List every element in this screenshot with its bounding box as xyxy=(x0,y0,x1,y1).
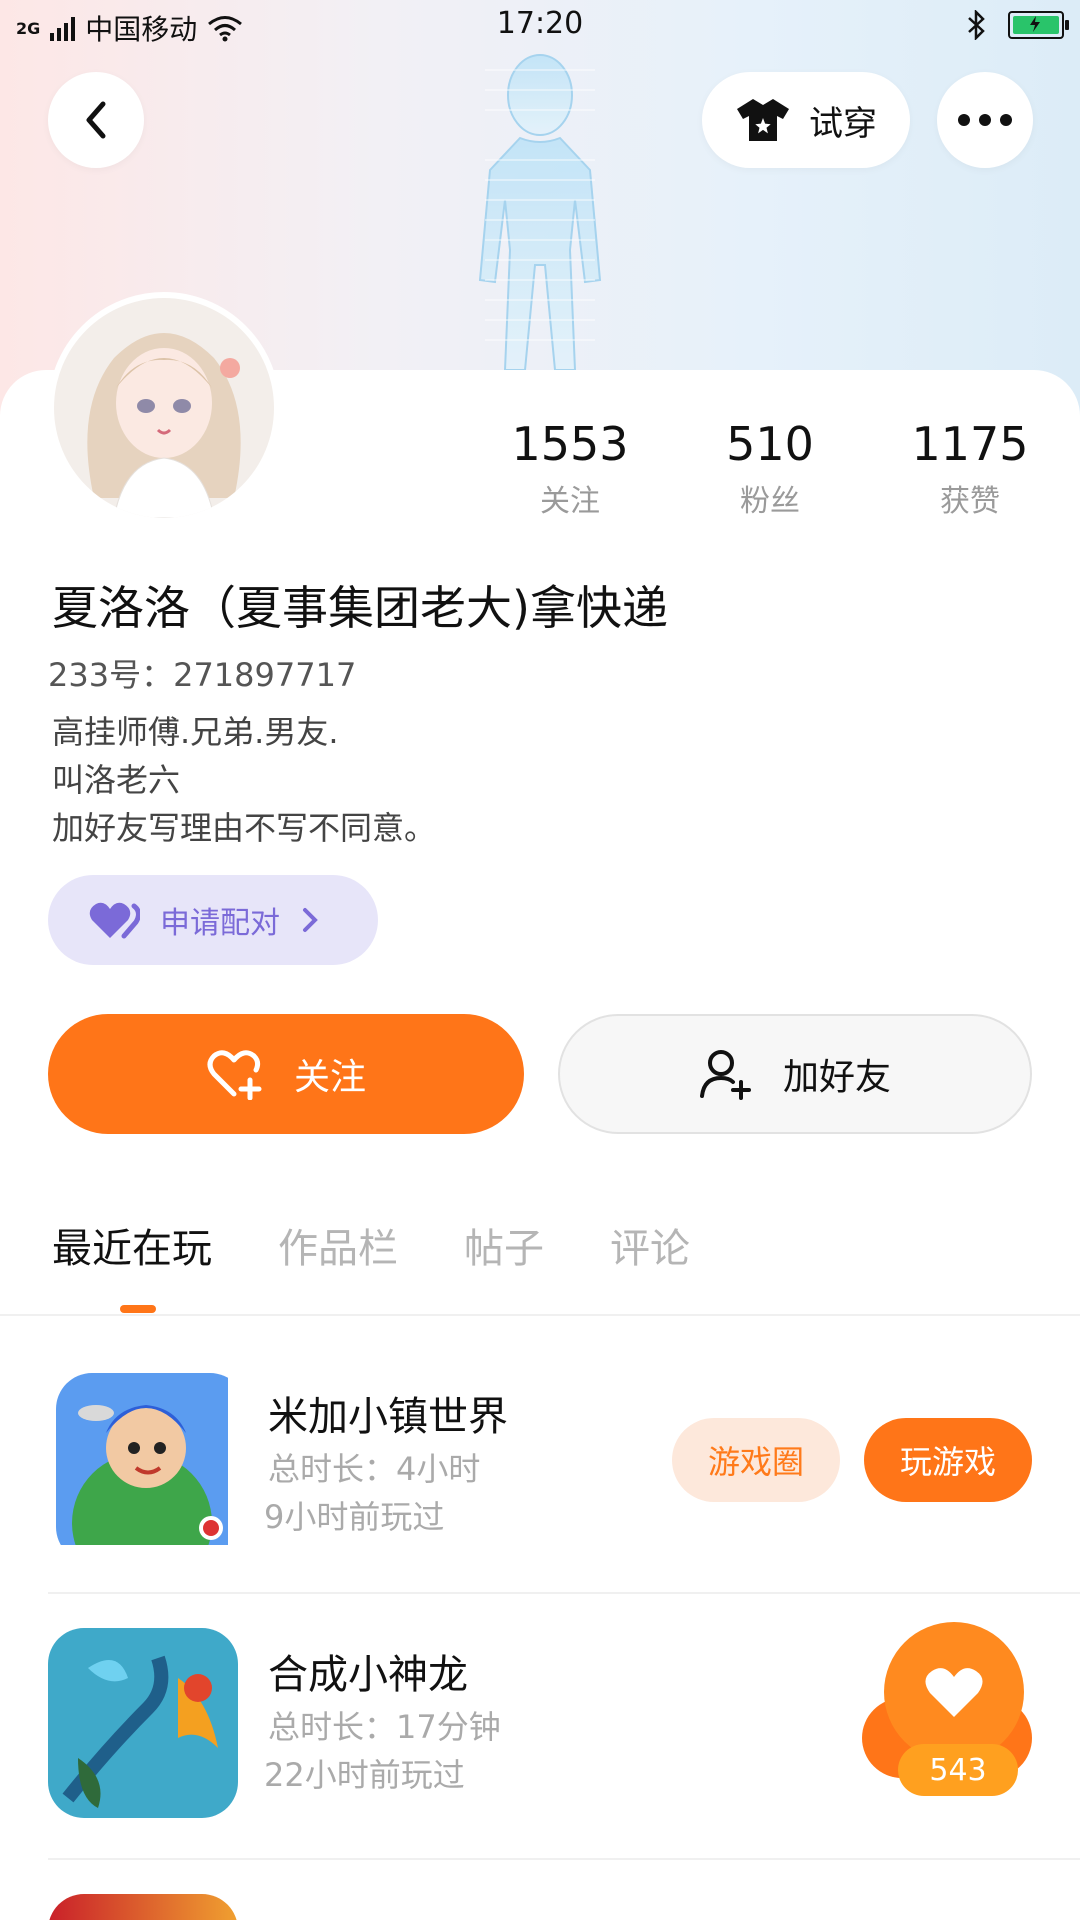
more-dots-icon xyxy=(958,114,1012,126)
stat-likes-label: 获赞 xyxy=(940,484,1000,519)
like-button-circle xyxy=(884,1622,1024,1762)
double-heart-icon xyxy=(89,902,140,939)
apply-pair-button[interactable]: 申请配对 xyxy=(48,875,378,965)
bio-line: 加好友写理由不写不同意。 xyxy=(52,809,437,847)
game-icon-partial xyxy=(48,1894,238,1920)
add-friend-button[interactable]: 加好友 xyxy=(558,1014,1032,1134)
stat-followers[interactable]: 510 粉丝 xyxy=(700,418,840,520)
profile-stats: 1553 关注 510 粉丝 1175 获赞 xyxy=(500,418,1040,520)
game-name: 合成小神龙 xyxy=(268,1652,468,1698)
follow-button[interactable]: 关注 xyxy=(48,1014,524,1134)
profile-bio: 高挂师傅.兄弟.男友. 叫洛老六 加好友写理由不写不同意。 xyxy=(52,708,436,852)
floating-like-button[interactable]: 543 xyxy=(862,1622,1032,1802)
play-game-button[interactable]: 玩游戏 xyxy=(864,1418,1032,1502)
stat-likes-value: 1175 xyxy=(911,417,1029,471)
add-friend-label: 加好友 xyxy=(782,1057,891,1098)
profile-screen: 2G 中国移动 17:20 试穿 1553 关注 510 粉丝 1175 获赞 … xyxy=(0,0,1080,1920)
try-on-button[interactable]: 试穿 xyxy=(702,72,910,168)
like-count-badge: 543 xyxy=(898,1744,1018,1796)
game-icon-miga-town xyxy=(56,1373,246,1563)
list-divider xyxy=(48,1858,1080,1860)
game-name: 米加小镇世界 xyxy=(268,1394,508,1440)
tab-posts[interactable]: 帖子 xyxy=(464,1216,544,1276)
chevron-right-icon xyxy=(303,908,318,932)
tab-works[interactable]: 作品栏 xyxy=(278,1216,398,1276)
user-plus-icon xyxy=(699,1050,751,1100)
status-time: 17:20 xyxy=(496,6,584,41)
heart-plus-icon xyxy=(207,1050,262,1100)
game-total-duration: 总时长：17分钟 xyxy=(268,1708,501,1746)
profile-uid[interactable]: 233号：271897717 xyxy=(48,650,356,696)
stat-followers-value: 510 xyxy=(726,417,814,471)
avatar-illustration xyxy=(54,298,274,518)
game-last-played: 22小时前玩过 xyxy=(264,1756,465,1794)
tshirt-icon xyxy=(737,99,789,141)
stat-following[interactable]: 1553 关注 xyxy=(500,418,640,520)
status-right xyxy=(966,10,1069,40)
stat-following-value: 1553 xyxy=(511,417,629,471)
bio-line: 高挂师傅.兄弟.男友. xyxy=(52,713,339,751)
tab-recently-played[interactable]: 最近在玩 xyxy=(52,1216,212,1276)
stat-followers-label: 粉丝 xyxy=(740,484,800,519)
game-total-duration: 总时长：4小时 xyxy=(268,1450,481,1488)
bio-line: 叫洛老六 xyxy=(52,761,181,799)
apply-pair-label: 申请配对 xyxy=(160,906,280,941)
back-button[interactable] xyxy=(48,72,144,168)
try-on-label: 试穿 xyxy=(809,103,877,144)
avatar[interactable] xyxy=(48,292,280,524)
stat-likes[interactable]: 1175 获赞 xyxy=(900,418,1040,520)
game-icon-dragon-merge xyxy=(48,1628,238,1818)
list-divider xyxy=(48,1592,1080,1594)
active-tab-indicator xyxy=(120,1305,156,1313)
more-options-button[interactable] xyxy=(937,72,1033,168)
tab-comments[interactable]: 评论 xyxy=(610,1216,690,1276)
chevron-left-icon xyxy=(86,101,106,139)
tabs-divider xyxy=(0,1314,1080,1316)
battery-icon xyxy=(1008,11,1069,39)
heart-icon xyxy=(925,1668,983,1717)
status-bar: 2G 中国移动 17:20 xyxy=(0,0,1080,52)
avatar-hologram-figure xyxy=(478,54,602,371)
profile-nickname: 夏洛洛（夏事集团老大)拿快递 xyxy=(52,581,668,635)
game-last-played: 9小时前玩过 xyxy=(264,1498,445,1536)
bluetooth-icon xyxy=(968,10,985,40)
profile-tabs: 最近在玩 作品栏 帖子 评论 xyxy=(52,1216,690,1276)
game-circle-button[interactable]: 游戏圈 xyxy=(672,1418,840,1502)
stat-following-label: 关注 xyxy=(540,484,600,519)
follow-label: 关注 xyxy=(293,1057,366,1098)
